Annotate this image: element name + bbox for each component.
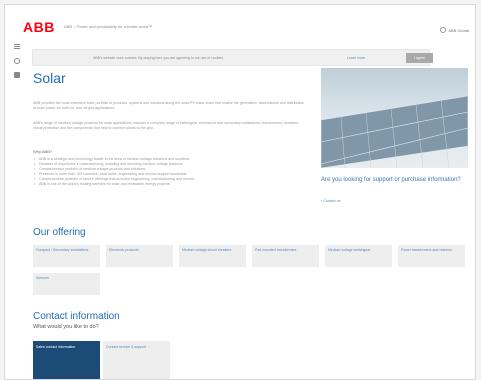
support-question: Are you looking for support or purchase … — [321, 177, 461, 183]
offering-tile[interactable]: Electronic products — [106, 245, 173, 267]
solar-panels-image — [321, 68, 468, 168]
cookie-agree-button[interactable]: I agree — [406, 53, 433, 63]
page-title: Solar — [33, 70, 66, 86]
left-rail — [14, 44, 24, 86]
contact-tile-label: Contact service & support — [106, 345, 147, 349]
why-abb-heading: Why ABB? — [33, 149, 53, 154]
abb-logo[interactable]: ABB — [23, 19, 55, 35]
offering-tile[interactable]: Compact / Secondary substations — [33, 245, 100, 267]
contact-subheading: What would you like to do? — [33, 324, 99, 330]
offering-tile[interactable]: Power transformers and reactors — [398, 245, 465, 267]
cookie-learn-more-link[interactable]: Learn more — [347, 56, 365, 60]
cookie-message: ABB's website uses cookies. By staying h… — [93, 56, 225, 60]
cookie-bar: ABB's website uses cookies. By staying h… — [32, 49, 433, 66]
contact-tile-label: Sales contact information — [36, 345, 76, 349]
offering-tile-label: Sensors — [36, 276, 49, 280]
list-item: ABB is one of the world's leading partne… — [33, 182, 305, 187]
contact-us-link[interactable]: › Contact us — [321, 199, 340, 203]
offering-tile-label: Electronic products — [109, 248, 139, 252]
offering-tile-label: Compact / Secondary substations — [36, 248, 89, 252]
solar-panels-illustration — [321, 95, 468, 168]
lock-icon[interactable] — [14, 72, 20, 78]
globe-icon — [440, 27, 447, 33]
why-abb-list: ABB is a strategic and technology leader… — [33, 157, 305, 187]
menu-icon[interactable] — [14, 44, 20, 50]
search-icon[interactable] — [14, 58, 20, 64]
intro-paragraph: ABB's range of medium voltage products f… — [33, 121, 300, 130]
offering-tile[interactable]: Medium voltage circuit breakers — [179, 245, 246, 267]
global-label: ABB Global — [448, 27, 469, 33]
sales-contact-tile[interactable]: Sales contact information — [33, 341, 100, 379]
global-selector[interactable]: ABB Global — [440, 27, 469, 33]
offering-tile[interactable]: Medium voltage switchgear — [325, 245, 392, 267]
contact-heading: Contact information — [33, 311, 120, 322]
browser-viewport: ABB ABB – Power and productivity for a b… — [0, 0, 481, 380]
service-support-tile[interactable]: Contact service & support — [103, 341, 170, 379]
offering-tile-label: Pad mounted transformers — [255, 248, 297, 252]
header-tagline: ABB – Power and productivity for a bette… — [64, 24, 153, 29]
intro-paragraph: ABB provides the most extensive solar po… — [33, 101, 305, 110]
offering-tile-label: Power transformers and reactors — [401, 248, 452, 252]
offering-tile[interactable]: Pad mounted transformers — [252, 245, 319, 267]
offering-tile-label: Medium voltage circuit breakers — [182, 248, 232, 252]
offering-heading: Our offering — [33, 227, 86, 238]
offering-tile[interactable]: Sensors — [33, 273, 100, 295]
offering-tile-label: Medium voltage switchgear — [328, 248, 371, 252]
